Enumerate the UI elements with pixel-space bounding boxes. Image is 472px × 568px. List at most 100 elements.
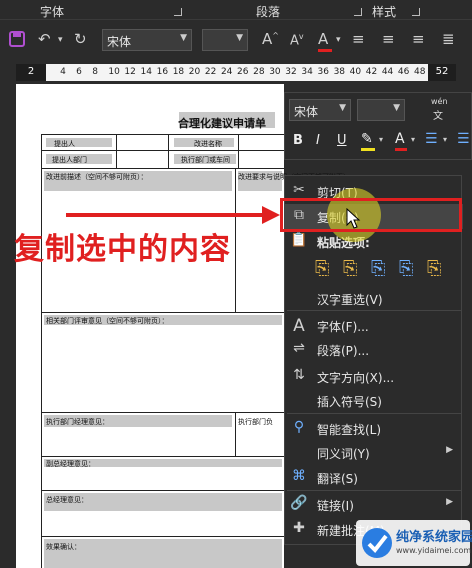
chevron-down-icon: ▼ <box>339 103 346 113</box>
quick-toolbar: ↶ ▾ ↻ 宋体 ▼ ▼ A^ Av A ▾ ≡ ≡ ≡ ≣ <box>0 20 472 60</box>
bullets-icon[interactable]: ☰ <box>425 131 438 147</box>
paste-icon: 📋 <box>290 232 308 248</box>
ruler-tick-label: 8 <box>92 67 98 77</box>
menu-divider <box>287 310 461 311</box>
ruler-tick-label: 44 <box>381 67 394 77</box>
menu-item-synonyms[interactable]: 同义词(Y) ▶ <box>285 440 463 465</box>
phonetic-guide-char[interactable]: 文 <box>433 107 443 122</box>
align-left-icon[interactable]: ≡ <box>352 30 365 48</box>
phonetic-guide-top[interactable]: wén <box>431 97 448 106</box>
ruler-tick-label: 24 <box>220 67 233 77</box>
ruler-tick-label: 12 <box>124 67 136 77</box>
bold-button[interactable]: B <box>293 133 303 148</box>
menu-item-label: 文字方向(X)... <box>317 371 395 385</box>
paragraph-dialog-launcher[interactable] <box>354 8 362 16</box>
ruler-tick-label: 38 <box>333 67 346 77</box>
menu-item-label: 智能查找(L) <box>317 423 382 437</box>
align-right-icon[interactable]: ≡ <box>412 30 425 48</box>
document-page[interactable]: 合理化建议申请单 提出人 改进名称 提出人部门 执行部门或车间 改进前描述（空间… <box>16 84 350 568</box>
paste-text-only-icon[interactable]: ⎘ <box>371 258 385 279</box>
font-color-swatch <box>318 49 332 52</box>
font-icon: A <box>293 316 305 336</box>
font-color-label: A <box>318 30 329 48</box>
menu-item-smart-lookup[interactable]: ⚲ 智能查找(L) <box>285 416 463 441</box>
shrink-font-button[interactable]: Av <box>290 32 304 48</box>
table-border <box>41 412 284 413</box>
search-icon: ⚲ <box>293 419 305 435</box>
annotation-text: 复制选中的内容 <box>14 232 231 267</box>
menu-item-label: 翻译(S) <box>317 472 358 486</box>
mini-size-combo[interactable]: ▼ <box>357 99 405 121</box>
watermark-title: 纯净系统家园 <box>396 530 472 545</box>
menu-item-link[interactable]: 🔗 链接(I) ▶ <box>285 492 463 517</box>
chevron-down-icon[interactable]: ▾ <box>336 35 341 45</box>
font-name-combo[interactable]: 宋体 ▼ <box>102 29 192 51</box>
font-dialog-launcher[interactable] <box>174 8 182 16</box>
table-border <box>116 134 117 168</box>
paste-keep-text-icon[interactable]: ⎘ <box>427 258 441 279</box>
table-border <box>41 312 284 313</box>
numbering-icon[interactable]: ☰ <box>457 131 470 147</box>
gm-label: 总经理意见： <box>46 496 88 504</box>
table-border <box>235 168 236 312</box>
annotation-box <box>280 198 462 232</box>
ruler-tick-label: 42 <box>365 67 378 77</box>
font-size-combo[interactable]: ▼ <box>202 29 248 51</box>
table-border <box>41 168 284 169</box>
ruler-tick-label: 32 <box>285 67 297 77</box>
ruler-tick-label: 10 <box>108 67 120 77</box>
undo-dropdown-icon[interactable]: ▾ <box>58 35 63 45</box>
ruler-right-margin: 52 <box>428 64 456 81</box>
underline-button[interactable]: U <box>337 133 347 148</box>
paste-merge-format-icon[interactable]: ⎘ <box>343 258 357 279</box>
comment-icon: ✚ <box>293 520 305 536</box>
redo-icon[interactable]: ↻ <box>74 30 87 48</box>
justify-icon[interactable]: ≣ <box>442 30 455 48</box>
align-center-icon[interactable]: ≡ <box>382 30 395 48</box>
ruler[interactable]: 2 52 4 6 8 10 12 14 16 18 20 22 24 26 28 30 32 34 36 38 40… <box>0 60 472 84</box>
styles-dialog-launcher[interactable] <box>412 8 420 16</box>
menu-item-font[interactable]: A 字体(F)... <box>285 313 463 338</box>
exec-leader-label: 执行部门负 <box>238 418 273 426</box>
table-border <box>41 456 284 457</box>
menu-divider <box>287 490 461 491</box>
table-border <box>41 134 42 568</box>
undo-icon[interactable]: ↶ <box>38 30 51 48</box>
menu-item-reconvert[interactable]: 汉字重选(V) <box>285 286 463 311</box>
menu-item-insert-symbol[interactable]: 插入符号(S) <box>285 388 463 413</box>
table-border <box>41 150 284 151</box>
font-color-button[interactable]: A <box>318 30 332 52</box>
watermark-logo: 纯净系统家园 www.yidaimei.com <box>356 520 472 566</box>
menu-item-label: 链接(I) <box>317 499 354 513</box>
exec-dept-label: 执行部门或车间 <box>181 156 230 164</box>
menu-item-paragraph[interactable]: ⇌ 段落(P)... <box>285 337 463 362</box>
ruler-tick-label: 48 <box>414 67 426 77</box>
proposer-dept-label: 提出人部门 <box>52 156 87 164</box>
ruler-tick-label: 34 <box>301 67 313 77</box>
chevron-down-icon[interactable]: ▾ <box>443 135 447 144</box>
ruler-tick-label: 28 <box>253 67 265 77</box>
annotation-arrow <box>66 206 280 224</box>
scissors-icon: ✂ <box>293 182 305 198</box>
text-direction-icon: ⇅ <box>293 367 305 383</box>
font-name-value: 宋体 <box>107 35 132 49</box>
chevron-down-icon[interactable]: ▾ <box>411 135 415 144</box>
vp-label: 副总经理意见： <box>46 460 95 468</box>
chevron-down-icon[interactable]: ▾ <box>379 135 383 144</box>
table-border <box>238 134 239 168</box>
grow-font-button[interactable]: A^ <box>262 30 279 48</box>
table-border <box>235 412 236 456</box>
paste-picture-icon[interactable]: ⎘ <box>399 258 413 279</box>
highlight-icon[interactable]: ✎ <box>361 131 375 151</box>
italic-button[interactable]: I <box>316 133 320 148</box>
improvement-name-label: 改进名称 <box>194 140 222 148</box>
mini-font-color-icon[interactable]: A <box>395 131 407 151</box>
save-icon[interactable] <box>8 30 26 52</box>
mini-font-combo[interactable]: 宋体 ▼ <box>289 99 351 121</box>
paste-keep-format-icon[interactable]: ⎘ <box>315 258 329 279</box>
menu-divider <box>287 413 461 414</box>
submenu-arrow-icon: ▶ <box>446 497 453 507</box>
menu-item-text-direction[interactable]: ⇅ 文字方向(X)... <box>285 364 463 389</box>
table-border <box>41 536 284 537</box>
menu-item-translate[interactable]: ⌘ 翻译(S) <box>285 465 463 490</box>
